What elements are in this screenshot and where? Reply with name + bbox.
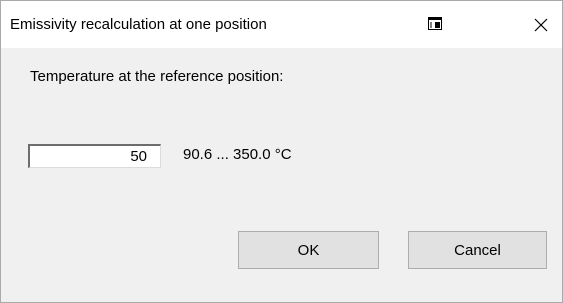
window-title: Emissivity recalculation at one position: [10, 16, 267, 33]
temperature-input[interactable]: [28, 144, 161, 168]
ok-button[interactable]: OK: [238, 231, 379, 269]
temperature-prompt-label: Temperature at the reference position:: [30, 68, 284, 85]
dialog-body: Temperature at the reference position: 9…: [1, 48, 562, 302]
close-button[interactable]: [526, 10, 556, 40]
temperature-range-label: 90.6 ... 350.0 °C: [183, 146, 292, 163]
window-snap-icon[interactable]: [428, 17, 442, 30]
title-bar: Emissivity recalculation at one position: [1, 1, 562, 48]
close-icon: [534, 18, 548, 32]
cancel-button[interactable]: Cancel: [408, 231, 547, 269]
dialog-window: Emissivity recalculation at one position…: [0, 0, 563, 303]
